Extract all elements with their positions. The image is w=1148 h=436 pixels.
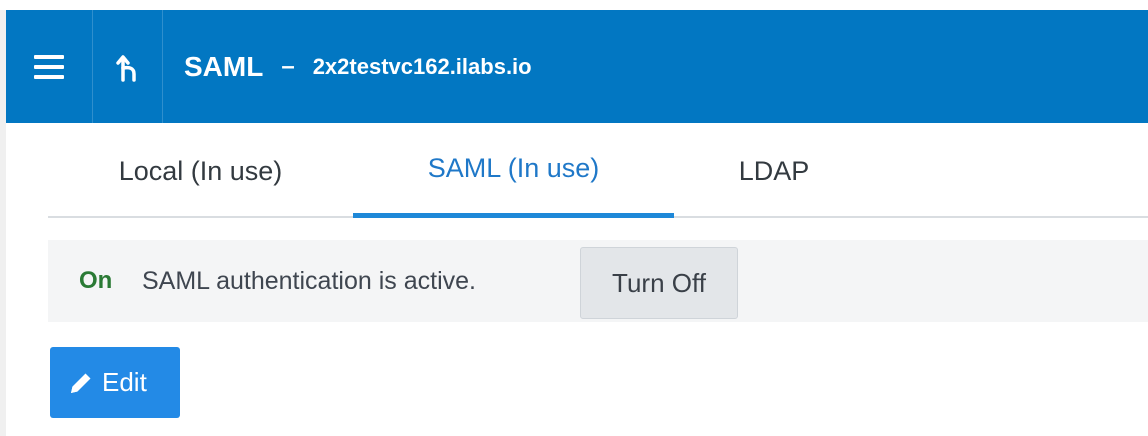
- status-message: SAML authentication is active.: [142, 266, 476, 295]
- back-arrow-icon: [115, 54, 136, 82]
- turn-off-button[interactable]: Turn Off: [580, 247, 738, 319]
- top-strip: [0, 0, 1148, 10]
- hamburger-menu-icon: [34, 54, 64, 79]
- tab-saml-label: SAML (In use): [427, 153, 600, 183]
- edit-button[interactable]: Edit: [50, 347, 180, 418]
- page-title-host: 2x2testvc162.ilabs.io: [312, 53, 532, 79]
- status-badge: On: [79, 267, 113, 294]
- title-separator: –: [281, 52, 295, 80]
- page-title: SAML – 2x2testvc162.ilabs.io: [184, 10, 532, 123]
- page-title-main: SAML: [184, 50, 264, 82]
- turn-off-label: Turn Off: [612, 267, 706, 298]
- app-frame: SAML – 2x2testvc162.ilabs.io Local (In u…: [0, 0, 1148, 436]
- back-button[interactable]: [93, 10, 163, 123]
- menu-button[interactable]: [6, 10, 93, 123]
- pencil-icon: [71, 373, 91, 393]
- app-header: SAML – 2x2testvc162.ilabs.io: [6, 10, 1148, 123]
- auth-tabs: Local (In use) SAML (In use) LDAP: [48, 124, 1148, 218]
- tab-ldap-label: LDAP: [738, 155, 810, 186]
- tab-ldap[interactable]: LDAP: [674, 124, 874, 218]
- tab-local-label: Local (In use): [118, 155, 283, 186]
- saml-status-bar: On SAML authentication is active. Turn O…: [48, 240, 1148, 322]
- tab-local[interactable]: Local (In use): [48, 124, 353, 218]
- edit-label: Edit: [102, 367, 147, 397]
- tab-saml[interactable]: SAML (In use): [353, 124, 674, 218]
